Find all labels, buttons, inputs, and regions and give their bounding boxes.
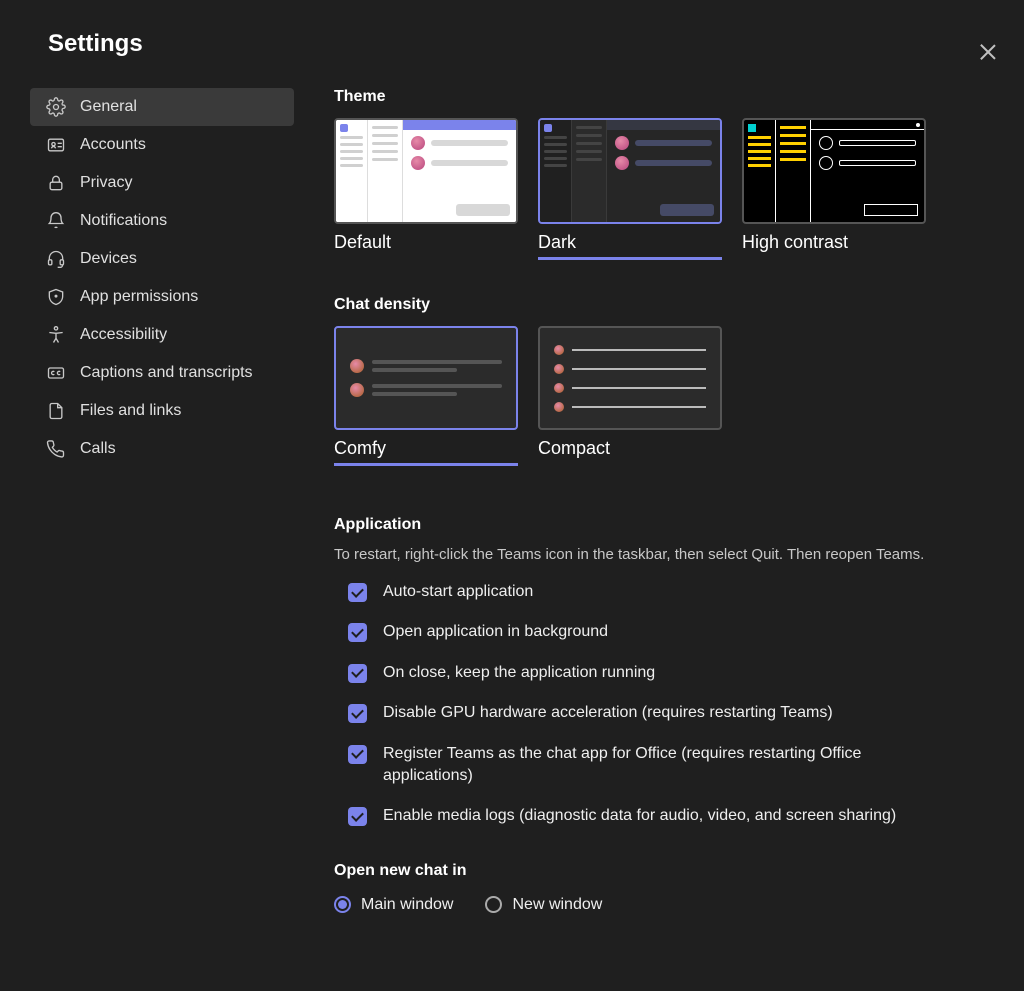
sidebar-item-devices[interactable]: Devices	[30, 240, 294, 278]
check-label: Register Teams as the chat app for Offic…	[383, 743, 943, 788]
density-label: Compact	[538, 438, 722, 459]
check-label: Disable GPU hardware acceleration (requi…	[383, 702, 833, 724]
sidebar-item-label: Files and links	[80, 402, 181, 420]
sidebar-item-calls[interactable]: Calls	[30, 430, 294, 468]
density-option-comfy[interactable]: Comfy	[334, 326, 518, 466]
sidebar: General Accounts Privacy Notifications	[30, 88, 294, 914]
sidebar-item-captions[interactable]: Captions and transcripts	[30, 354, 294, 392]
checkbox-icon	[348, 583, 367, 602]
theme-preview-dark	[538, 118, 722, 224]
sidebar-item-notifications[interactable]: Notifications	[30, 202, 294, 240]
phone-icon	[46, 439, 66, 459]
checkbox-icon	[348, 623, 367, 642]
sidebar-item-general[interactable]: General	[30, 88, 294, 126]
open-chat-title: Open new chat in	[334, 862, 994, 880]
radio-new-window[interactable]: New window	[485, 896, 602, 914]
file-icon	[46, 401, 66, 421]
shield-icon	[46, 287, 66, 307]
accessibility-icon	[46, 325, 66, 345]
radio-label: New window	[512, 896, 602, 914]
density-section-title: Chat density	[334, 296, 994, 314]
sidebar-item-label: General	[80, 98, 137, 116]
application-description: To restart, right-click the Teams icon i…	[334, 546, 994, 563]
sidebar-item-accessibility[interactable]: Accessibility	[30, 316, 294, 354]
check-label: Auto-start application	[383, 581, 533, 603]
theme-option-default[interactable]: Default	[334, 118, 518, 260]
sidebar-item-label: Captions and transcripts	[80, 364, 253, 382]
density-option-compact[interactable]: Compact	[538, 326, 722, 466]
id-card-icon	[46, 135, 66, 155]
theme-preview-high-contrast	[742, 118, 926, 224]
checkbox-icon	[348, 664, 367, 683]
sidebar-item-accounts[interactable]: Accounts	[30, 126, 294, 164]
gear-icon	[46, 97, 66, 117]
check-keep-running[interactable]: On close, keep the application running	[348, 662, 994, 684]
radio-icon	[334, 896, 351, 913]
radio-label: Main window	[361, 896, 453, 914]
sidebar-item-label: Notifications	[80, 212, 167, 230]
check-register-office[interactable]: Register Teams as the chat app for Offic…	[348, 743, 994, 788]
page-title: Settings	[48, 30, 1024, 58]
theme-option-high-contrast[interactable]: High contrast	[742, 118, 926, 260]
sidebar-item-label: Privacy	[80, 174, 132, 192]
theme-section-title: Theme	[334, 88, 994, 106]
check-open-background[interactable]: Open application in background	[348, 621, 994, 643]
sidebar-item-app-permissions[interactable]: App permissions	[30, 278, 294, 316]
check-disable-gpu[interactable]: Disable GPU hardware acceleration (requi…	[348, 702, 994, 724]
check-label: On close, keep the application running	[383, 662, 655, 684]
checkbox-icon	[348, 745, 367, 764]
lock-icon	[46, 173, 66, 193]
application-section-title: Application	[334, 516, 994, 534]
checkbox-icon	[348, 807, 367, 826]
theme-label: Dark	[538, 232, 722, 260]
sidebar-item-files[interactable]: Files and links	[30, 392, 294, 430]
main-content: Theme Default	[334, 88, 1024, 914]
density-preview-comfy	[334, 326, 518, 430]
close-icon[interactable]	[978, 42, 998, 62]
theme-preview-default	[334, 118, 518, 224]
theme-label: Default	[334, 232, 518, 253]
sidebar-item-privacy[interactable]: Privacy	[30, 164, 294, 202]
check-label: Open application in background	[383, 621, 608, 643]
check-auto-start[interactable]: Auto-start application	[348, 581, 994, 603]
density-preview-compact	[538, 326, 722, 430]
checkbox-icon	[348, 704, 367, 723]
cc-icon	[46, 363, 66, 383]
sidebar-item-label: App permissions	[80, 288, 198, 306]
check-label: Enable media logs (diagnostic data for a…	[383, 805, 896, 827]
theme-option-dark[interactable]: Dark	[538, 118, 722, 260]
sidebar-item-label: Calls	[80, 440, 116, 458]
sidebar-item-label: Devices	[80, 250, 137, 268]
theme-label: High contrast	[742, 232, 926, 253]
sidebar-item-label: Accessibility	[80, 326, 167, 344]
sidebar-item-label: Accounts	[80, 136, 146, 154]
radio-main-window[interactable]: Main window	[334, 896, 453, 914]
headset-icon	[46, 249, 66, 269]
density-label: Comfy	[334, 438, 518, 466]
check-media-logs[interactable]: Enable media logs (diagnostic data for a…	[348, 805, 994, 827]
radio-icon	[485, 896, 502, 913]
bell-icon	[46, 211, 66, 231]
